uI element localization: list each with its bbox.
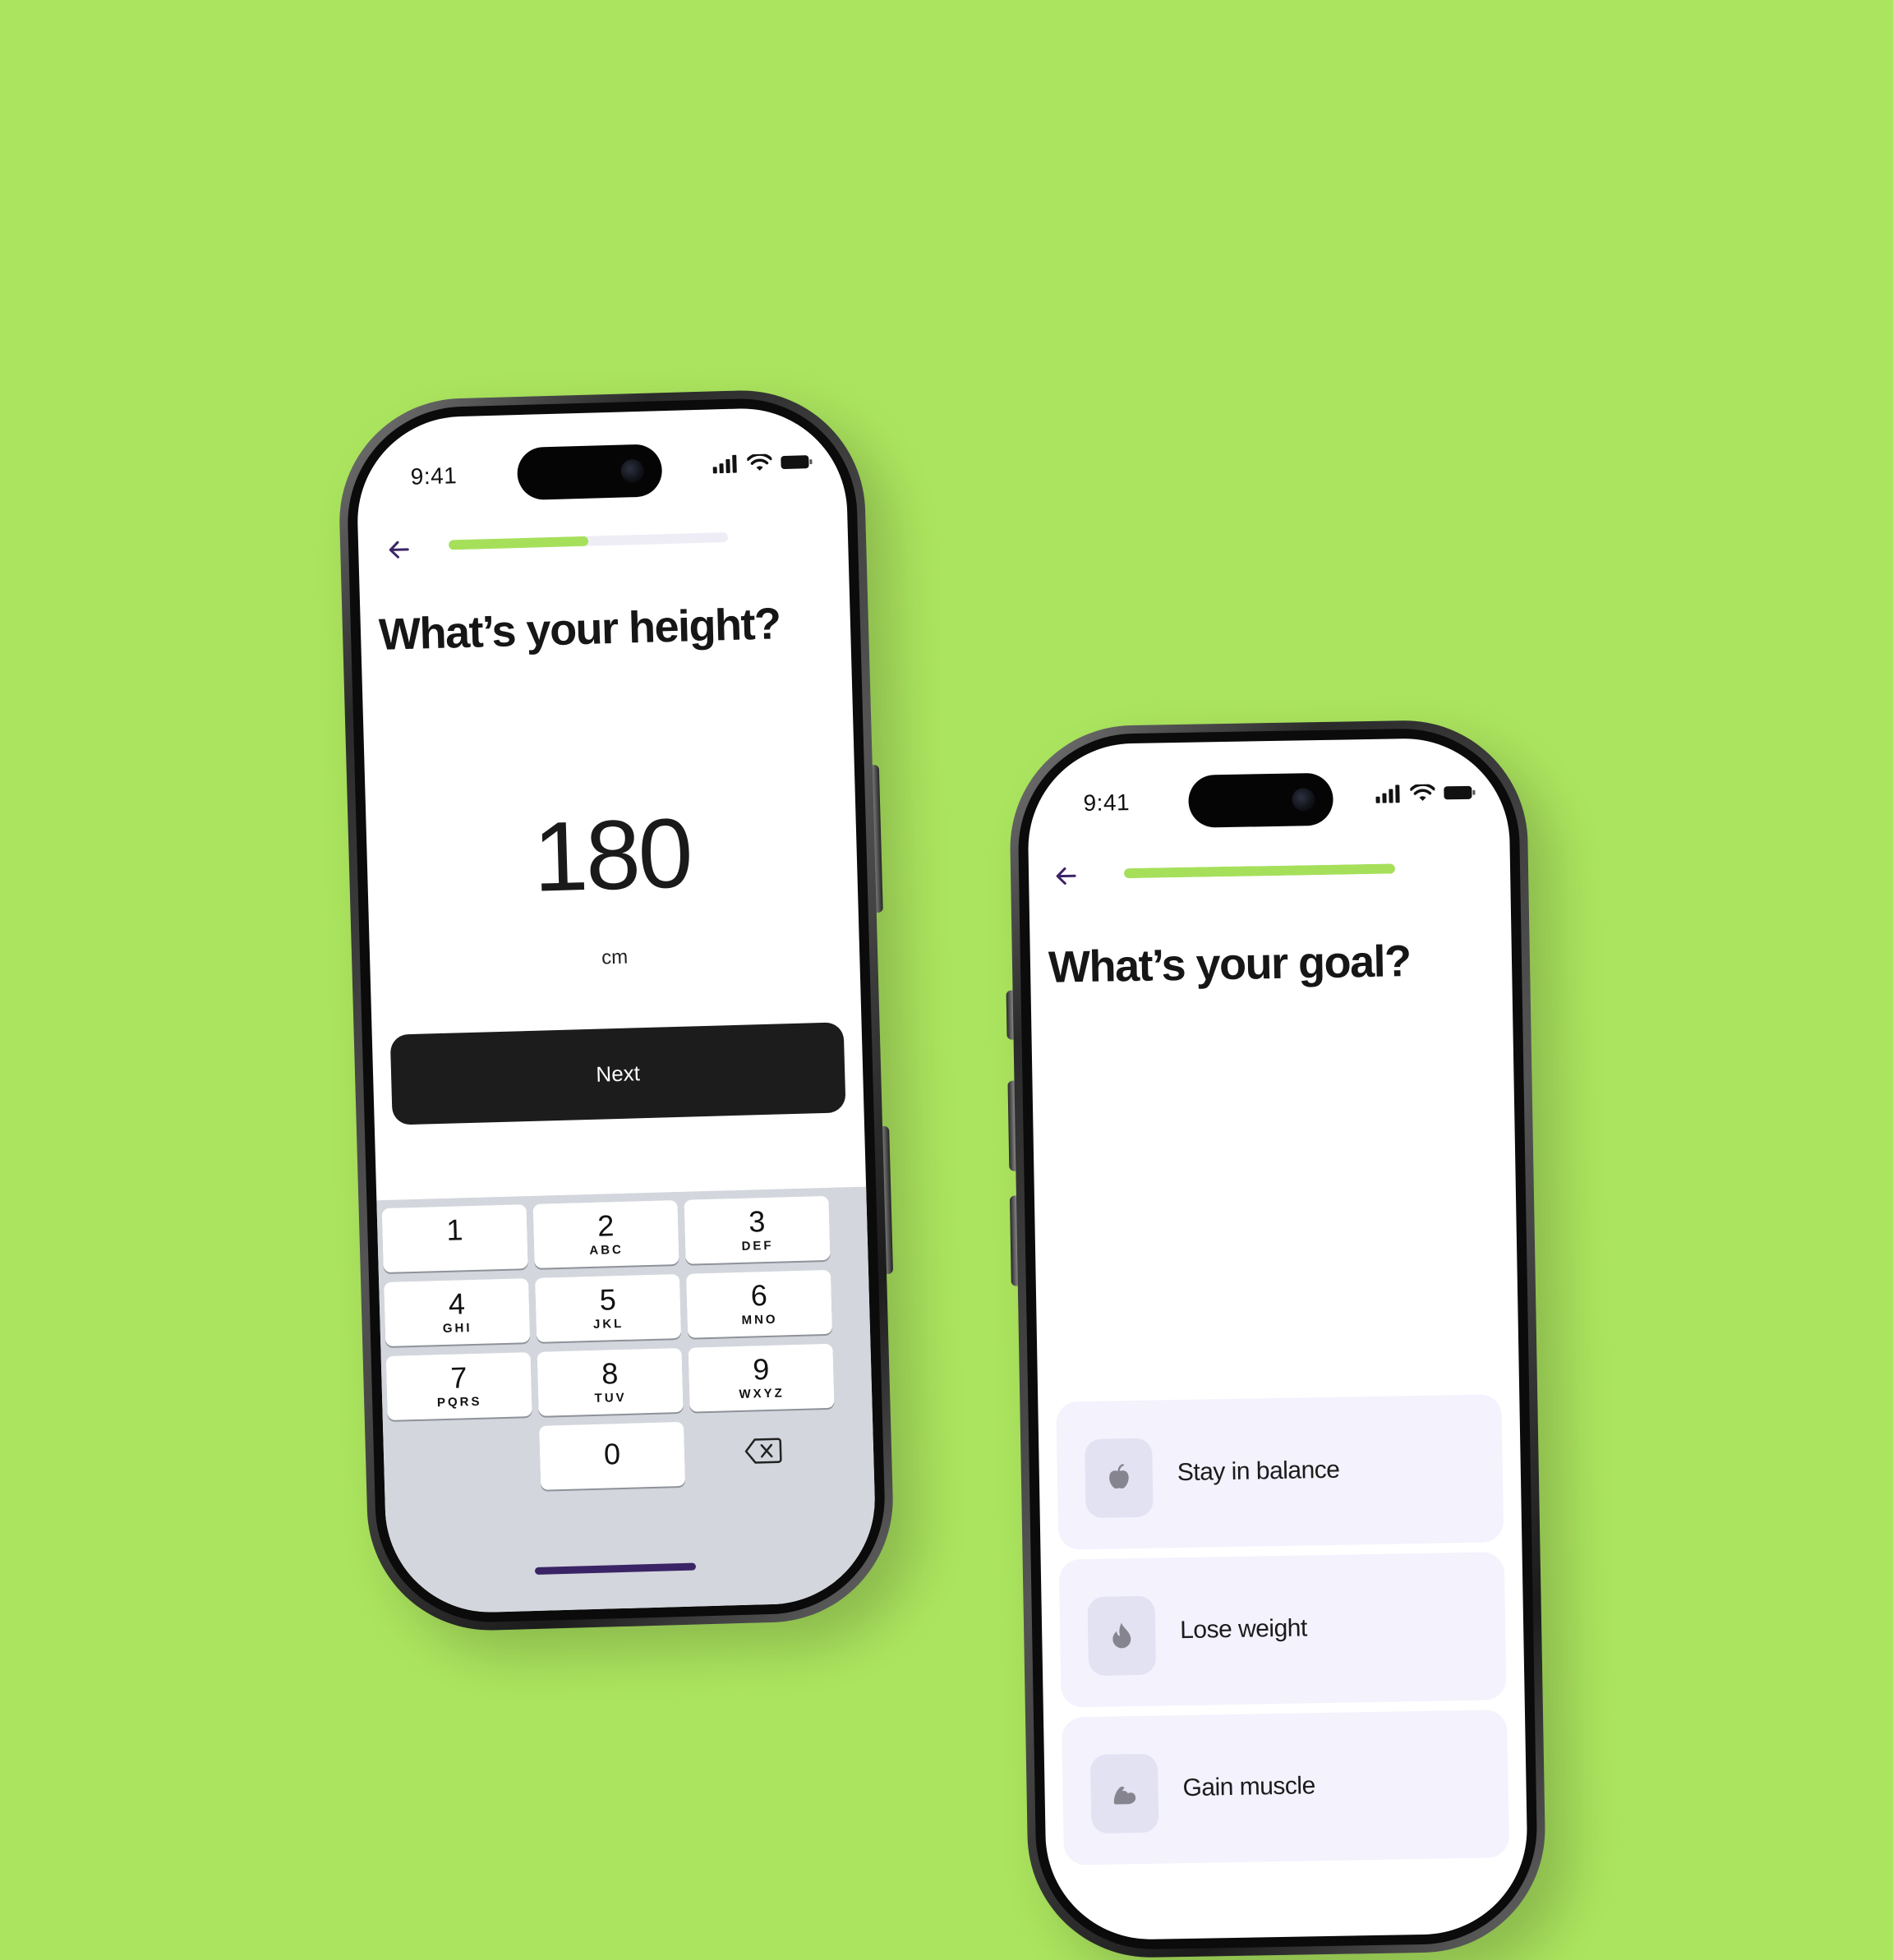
- key-2[interactable]: 2 ABC: [532, 1200, 679, 1268]
- key-0[interactable]: 0: [539, 1421, 686, 1490]
- option-gain-muscle[interactable]: Gain muscle: [1061, 1709, 1510, 1866]
- battery-icon: [1444, 785, 1476, 800]
- dynamic-island: [516, 444, 663, 501]
- home-indicator[interactable]: [534, 1562, 697, 1576]
- key-number: 2: [596, 1208, 615, 1243]
- page-title: What’s your goal?: [1048, 936, 1412, 992]
- key-9[interactable]: 9 WXYZ: [688, 1343, 835, 1412]
- key-number: 7: [449, 1360, 467, 1395]
- key-6[interactable]: 6 MNO: [685, 1269, 833, 1338]
- numeric-keypad: 1 2 ABC 3 DEF 4 GHI 5 JKL 6 MNO 7 PQRS 8 TUV 9W…: [376, 1186, 878, 1616]
- battery-icon: [781, 455, 813, 470]
- screen: 9:41 What’s your goal? Stay in balance L…: [1026, 736, 1529, 1942]
- back-arrow-icon[interactable]: [383, 533, 417, 567]
- key-letters: PQRS: [436, 1394, 482, 1410]
- key-letters: JKL: [592, 1316, 624, 1332]
- progress-bar: [448, 531, 729, 550]
- key-letters: ABC: [589, 1242, 624, 1258]
- status-icons: [712, 453, 813, 474]
- dynamic-island: [1188, 772, 1334, 828]
- key-number: 1: [445, 1212, 463, 1247]
- option-stay-in-balance[interactable]: Stay in balance: [1056, 1394, 1504, 1550]
- phone-height-screen: 9:41 What’s your height? 180 cm Next 1 2…: [336, 387, 896, 1634]
- key-1[interactable]: 1: [381, 1204, 528, 1273]
- camera-icon: [620, 458, 645, 483]
- back-arrow-icon[interactable]: [1050, 859, 1084, 893]
- phone-goal-screen: 9:41 What’s your goal? Stay in balance L…: [1006, 718, 1548, 1960]
- key-letters: MNO: [741, 1312, 778, 1327]
- key-letters: WXYZ: [739, 1386, 785, 1402]
- key-letters: DEF: [741, 1238, 774, 1254]
- key-7[interactable]: 7 PQRS: [385, 1352, 532, 1420]
- wifi-icon: [1410, 784, 1435, 801]
- status-icons: [1375, 784, 1476, 803]
- key-number: 5: [599, 1282, 617, 1317]
- key-3[interactable]: 3 DEF: [684, 1195, 831, 1264]
- status-time: 9:41: [1083, 789, 1131, 817]
- next-button[interactable]: Next: [389, 1022, 846, 1125]
- key-number: 6: [750, 1278, 768, 1313]
- signal-icon: [712, 454, 737, 474]
- option-label: Stay in balance: [1177, 1456, 1340, 1487]
- muscle-icon: [1089, 1753, 1159, 1834]
- key-4[interactable]: 4 GHI: [384, 1278, 531, 1346]
- key-letters: GHI: [442, 1321, 472, 1337]
- progress-bar: [1123, 863, 1396, 879]
- option-label: Lose weight: [1179, 1614, 1308, 1645]
- backspace-icon[interactable]: [744, 1436, 784, 1466]
- key-5[interactable]: 5 JKL: [535, 1273, 682, 1342]
- unit-label: cm: [601, 945, 629, 969]
- option-label: Gain muscle: [1182, 1772, 1316, 1802]
- screen: 9:41 What’s your height? 180 cm Next 1 2…: [354, 405, 878, 1616]
- progress-fill: [448, 536, 589, 550]
- key-number: 8: [601, 1356, 619, 1391]
- key-letters: TUV: [594, 1390, 627, 1406]
- apple-icon: [1085, 1438, 1154, 1519]
- camera-icon: [1292, 788, 1315, 812]
- flame-icon: [1087, 1595, 1157, 1677]
- key-8[interactable]: 8 TUV: [537, 1347, 684, 1416]
- status-time: 9:41: [410, 462, 458, 490]
- signal-icon: [1375, 784, 1400, 803]
- height-value[interactable]: 180: [366, 792, 859, 919]
- progress-fill: [1123, 863, 1396, 879]
- key-number: 0: [603, 1437, 621, 1471]
- key-number: 9: [752, 1351, 770, 1387]
- key-number: 4: [448, 1286, 466, 1321]
- option-lose-weight[interactable]: Lose weight: [1058, 1552, 1507, 1708]
- key-number: 3: [748, 1204, 766, 1239]
- wifi-icon: [747, 453, 772, 471]
- page-title: What’s your height?: [378, 599, 781, 660]
